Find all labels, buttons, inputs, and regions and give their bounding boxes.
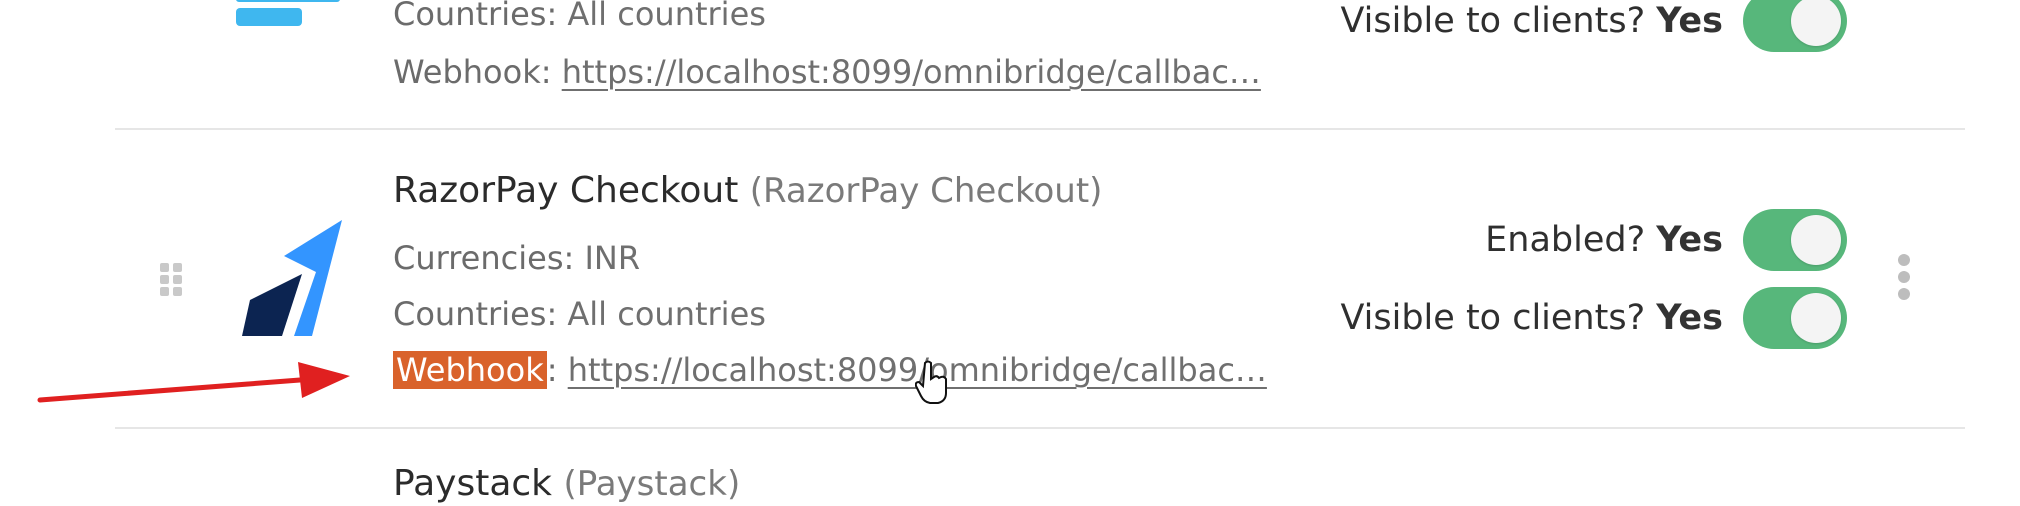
hand-cursor-icon [915,360,947,404]
annotation-arrow-icon [37,362,350,403]
